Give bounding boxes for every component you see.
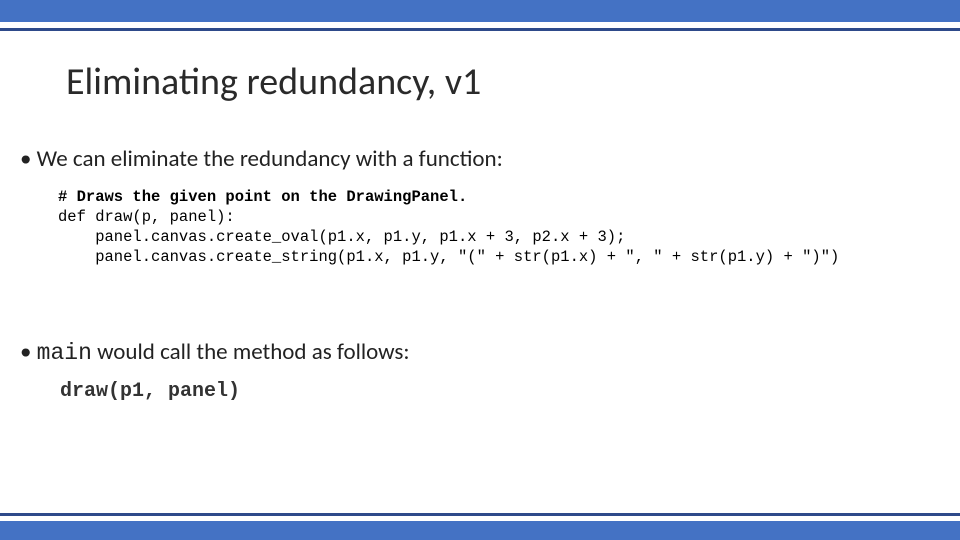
code-call: draw(p1, panel) (60, 380, 960, 403)
bottom-rule (0, 513, 960, 516)
slide-content: We can eliminate the redundancy with a f… (20, 145, 960, 403)
bullet-2-mono: main (37, 340, 92, 366)
code-line-1: panel.canvas.create_oval(p1.x, p1.y, p1.… (58, 228, 625, 246)
top-accent-bar (0, 0, 960, 22)
bottom-accent-bar (0, 521, 960, 540)
code-def: def draw(p, panel): (58, 208, 235, 226)
bullet-1: We can eliminate the redundancy with a f… (20, 145, 960, 173)
code-line-2: panel.canvas.create_string(p1.x, p1.y, "… (58, 248, 839, 266)
code-block-1: # Draws the given point on the DrawingPa… (58, 187, 960, 268)
top-rule (0, 28, 960, 31)
bullet-2-text: would call the method as follows: (92, 338, 410, 366)
code-comment: # Draws the given point on the DrawingPa… (58, 188, 467, 206)
slide-title: Eliminating redundancy, v1 (66, 59, 960, 105)
bullet-2: main would call the method as follows: (20, 338, 960, 366)
